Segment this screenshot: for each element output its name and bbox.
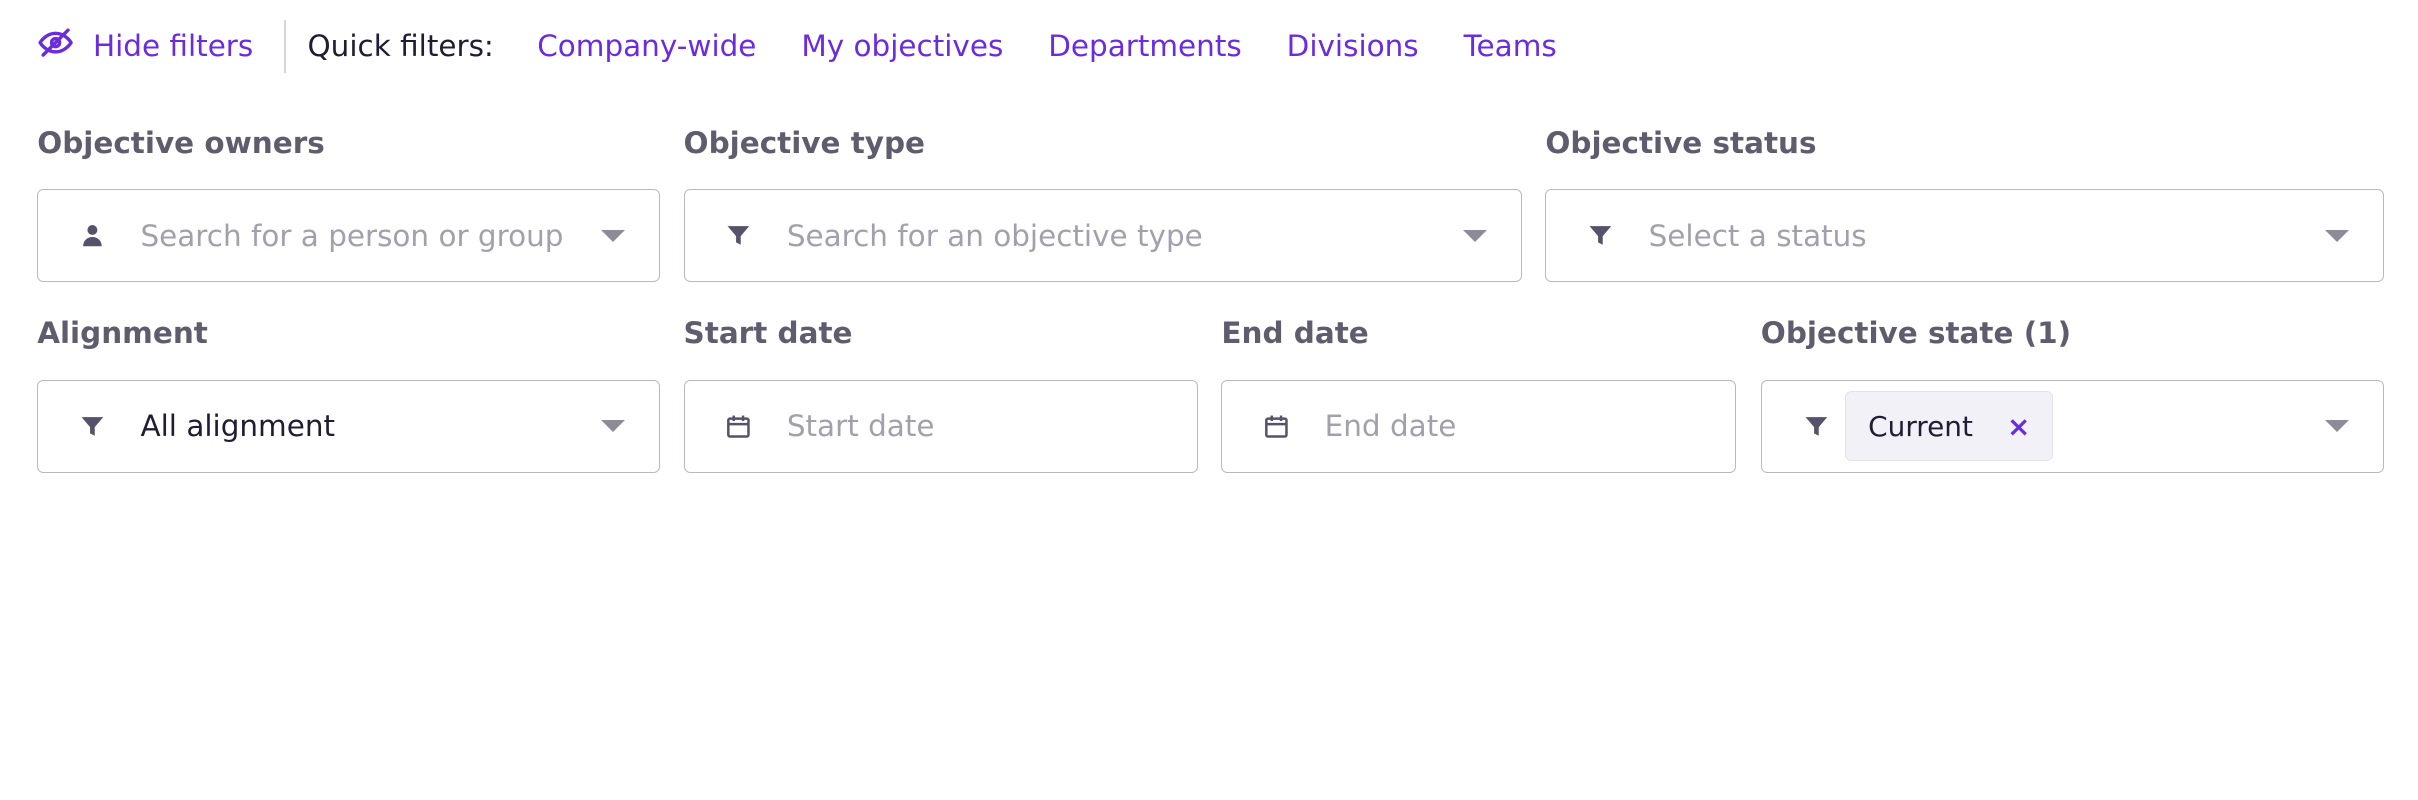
objective-status-label: Objective status [1545,125,1817,160]
calendar-icon [1263,412,1291,440]
chevron-down-icon[interactable] [2324,420,2349,432]
start-date-input[interactable]: Start date [683,379,1199,473]
quick-filters-label: Quick filters: [307,29,494,64]
quick-filter-my-objectives[interactable]: My objectives [801,29,1003,63]
quick-filter-teams[interactable]: Teams [1464,29,1557,63]
filters-panel: Hide filters Quick filters: Company-wide… [0,0,2418,800]
end-date-label: End date [1221,316,1369,351]
close-icon[interactable]: × [2007,410,2030,443]
end-date-placeholder: End date [1324,409,1457,444]
eye-slash-icon [37,24,74,68]
alignment-label: Alignment [37,316,208,351]
objective-status-placeholder: Select a status [1648,218,1867,253]
alignment-select[interactable]: All alignment [37,379,661,473]
chevron-down-icon[interactable] [2324,229,2349,242]
quick-filter-divisions[interactable]: Divisions [1287,29,1419,63]
end-date-input[interactable]: End date [1221,379,1736,473]
objective-status-select[interactable]: Select a status [1545,189,2384,283]
objective-state-select[interactable]: Current × [1760,379,2384,473]
objective-type-placeholder: Search for an objective type [786,218,1203,253]
start-date-label: Start date [683,316,853,351]
objective-state-label: Objective state (1) [1760,316,2072,351]
filter-icon [725,222,753,250]
alignment-value: All alignment [140,409,336,444]
divider [284,20,286,73]
chevron-down-icon[interactable] [601,420,626,432]
filter-icon [1587,222,1615,250]
filter-icon [1802,412,1830,440]
calendar-icon [725,412,753,440]
chevron-down-icon[interactable] [1463,229,1487,242]
state-chip-label: Current [1868,409,1973,443]
objective-type-select[interactable]: Search for an objective type [683,189,1523,283]
filters-topbar: Hide filters Quick filters: Company-wide… [37,19,1601,75]
quick-filter-departments[interactable]: Departments [1048,29,1241,63]
start-date-placeholder: Start date [786,409,935,444]
objective-owners-select[interactable]: Search for a person or group [37,189,661,283]
quick-filter-company-wide[interactable]: Company-wide [537,29,756,63]
chevron-down-icon[interactable] [601,229,626,242]
hide-filters-button[interactable]: Hide filters [37,24,253,68]
state-chip-current: Current × [1845,391,2054,462]
objective-owners-label: Objective owners [37,125,325,160]
hide-filters-label: Hide filters [92,29,254,64]
objective-owners-placeholder: Search for a person or group [140,218,564,253]
person-icon [78,222,106,250]
objective-type-label: Objective type [683,125,926,160]
filter-icon [78,412,106,440]
